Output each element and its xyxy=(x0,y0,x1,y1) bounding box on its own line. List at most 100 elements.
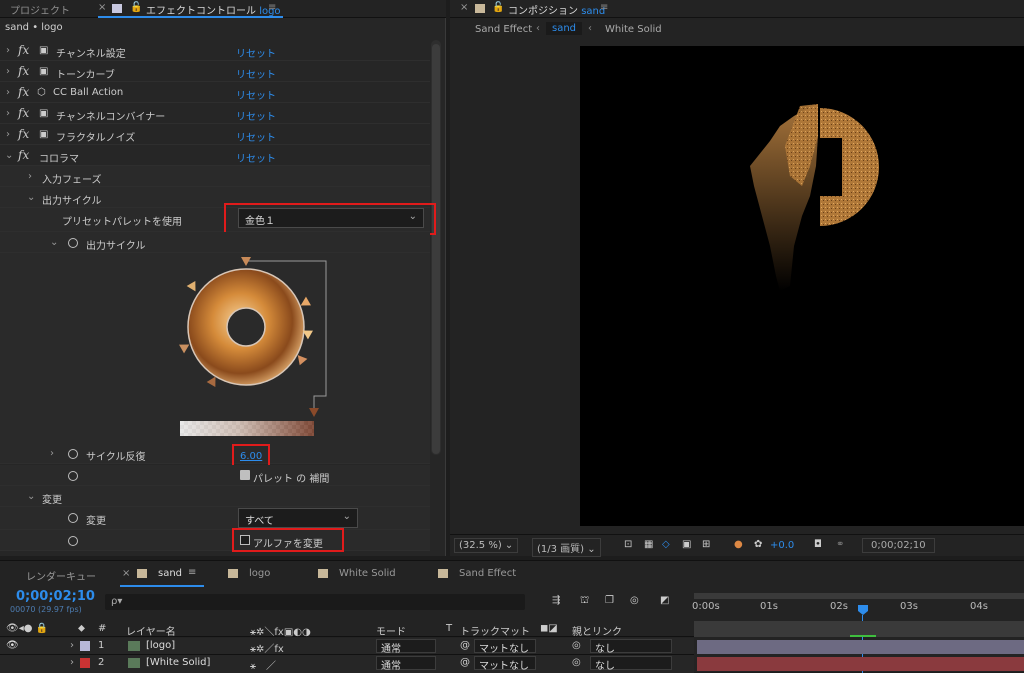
chevron-down-icon[interactable]: ⌄ xyxy=(50,237,58,248)
chevron-right-icon[interactable]: › xyxy=(50,448,54,459)
layer-switches-icon[interactable]: ⚹✲／fx xyxy=(250,640,284,655)
comp-timecode[interactable]: 0;00;02;10 xyxy=(862,538,935,553)
breadcrumb-item-active[interactable]: sand xyxy=(546,22,583,35)
zoom-select[interactable]: (32.5 %) ⌄ xyxy=(454,538,519,553)
pickwhip-icon[interactable]: ◎ xyxy=(572,640,581,651)
layer-name[interactable]: [White Solid] xyxy=(146,657,210,668)
chevron-right-icon[interactable]: › xyxy=(6,129,10,140)
chevron-right-icon[interactable]: › xyxy=(6,45,10,56)
layer-duration-bar[interactable] xyxy=(697,640,1024,654)
stopwatch-icon[interactable] xyxy=(68,471,78,481)
layer-label-color[interactable] xyxy=(80,658,90,668)
layer-duration-bar[interactable] xyxy=(697,657,1024,671)
lock-icon[interactable]: 🔓 xyxy=(492,2,504,13)
fx-icon[interactable]: fx xyxy=(18,43,29,57)
output-cycle-editor[interactable] xyxy=(0,253,430,443)
reset-link[interactable]: リセット xyxy=(236,129,276,144)
reset-link[interactable]: リセット xyxy=(236,150,276,165)
transparency-grid-icon[interactable]: ▦ xyxy=(644,539,653,550)
fx-icon[interactable]: fx xyxy=(18,64,29,78)
spiral-icon[interactable]: @ xyxy=(460,640,470,651)
lock-icon[interactable]: 🔓 xyxy=(130,2,142,13)
reset-link[interactable]: リセット xyxy=(236,45,276,60)
chevron-down-icon[interactable]: ⌄ xyxy=(27,192,35,203)
property-group-modify[interactable]: ⌄ 変更 xyxy=(0,486,430,507)
layer-label-color[interactable] xyxy=(80,641,90,651)
reset-link[interactable]: リセット xyxy=(236,87,276,102)
breadcrumb-item[interactable]: White Solid xyxy=(605,24,662,35)
chevron-right-icon[interactable]: › xyxy=(6,108,10,119)
breadcrumb-item[interactable]: Sand Effect xyxy=(475,24,532,35)
grid-icon[interactable]: ⊞ xyxy=(702,539,710,550)
panel-menu-icon[interactable]: ≡ xyxy=(600,2,608,13)
panel-menu-icon[interactable]: ≡ xyxy=(188,567,196,578)
parent-select[interactable]: なし xyxy=(590,639,672,655)
stopwatch-icon[interactable] xyxy=(68,449,78,459)
playhead-handle[interactable] xyxy=(858,605,868,615)
safe-zones-icon[interactable]: ▣ xyxy=(682,539,691,550)
link-icon[interactable]: ⚭ xyxy=(836,539,844,550)
parent-select[interactable]: なし xyxy=(590,656,672,672)
layer-name[interactable]: [logo] xyxy=(146,640,175,651)
mode-select[interactable]: 通常 xyxy=(376,639,436,655)
exposure-value[interactable]: +0.0 xyxy=(770,540,794,551)
reset-link[interactable]: リセット xyxy=(236,66,276,81)
composition-viewer[interactable] xyxy=(580,46,1024,526)
layer-row[interactable]: › 2 [White Solid] ⚹ ／ 通常 @ マットなし ◎ なし xyxy=(0,655,694,673)
effect-row[interactable]: ⌄ fx コロラマ リセット xyxy=(0,145,430,166)
color-wheel-graphic[interactable] xyxy=(0,253,430,443)
color-channel-icon[interactable]: ● xyxy=(734,539,743,550)
col-layer-name[interactable]: レイヤー名 xyxy=(126,623,176,638)
effect-row[interactable]: › fx ▣ フラクタルノイズ リセット xyxy=(0,124,430,145)
fx-icon[interactable]: fx xyxy=(18,106,29,120)
layer-row[interactable]: 👁 › 1 [logo] ⚹✲／fx 通常 @ マットなし ◎ なし xyxy=(0,638,694,655)
chevron-right-icon[interactable]: › xyxy=(28,171,32,182)
close-icon[interactable]: × xyxy=(122,568,130,579)
exposure-icon[interactable]: ✿ xyxy=(754,539,762,550)
tab-effect-controls[interactable]: エフェクトコントロール logo xyxy=(146,2,281,17)
track-matte-select[interactable]: マットなし xyxy=(474,639,536,655)
tab-white-solid[interactable]: White Solid xyxy=(339,568,396,579)
panel-menu-icon[interactable]: ≡ xyxy=(268,2,276,13)
chevron-down-icon[interactable]: ⌄ xyxy=(27,491,35,502)
tab-render-queue[interactable]: レンダーキュー xyxy=(26,568,96,583)
close-icon[interactable]: × xyxy=(460,2,468,13)
frame-blending-icon[interactable]: ❐ xyxy=(605,595,614,606)
chevron-right-icon[interactable]: › xyxy=(70,640,74,651)
effect-row[interactable]: › fx ▣ チャンネルコンバイナー リセット xyxy=(0,103,430,124)
chevron-right-icon[interactable]: › xyxy=(70,657,74,668)
graph-editor-icon[interactable]: ◩ xyxy=(660,595,669,606)
modify-select[interactable]: すべて ⌄ xyxy=(238,508,358,528)
work-area-bar[interactable] xyxy=(694,593,1024,599)
fx-icon[interactable]: fx xyxy=(18,127,29,141)
chevron-right-icon[interactable]: › xyxy=(6,87,10,98)
tab-sand[interactable]: sand xyxy=(158,568,182,579)
pickwhip-icon[interactable]: ◎ xyxy=(572,657,581,668)
eye-icon[interactable]: 👁 xyxy=(6,640,19,651)
interpolate-palette-checkbox[interactable] xyxy=(240,470,250,480)
effect-row[interactable]: › fx ▣ トーンカーブ リセット xyxy=(0,61,430,82)
effect-row[interactable]: › fx ⬡ CC Ball Action リセット xyxy=(0,82,430,103)
scrollbar-thumb[interactable] xyxy=(432,44,440,454)
camera-icon[interactable]: ◘ xyxy=(814,539,822,550)
reset-link[interactable]: リセット xyxy=(236,108,276,123)
layer-search-input[interactable]: ρ▾ xyxy=(105,594,525,610)
chevron-down-icon[interactable]: ⌄ xyxy=(5,150,13,161)
mask-path-icon[interactable]: ◇ xyxy=(662,539,670,550)
snapshot-region-icon[interactable]: ⊡ xyxy=(624,539,632,550)
timeline-timecode[interactable]: 0;00;02;10 xyxy=(16,589,95,604)
chevron-right-icon[interactable]: › xyxy=(6,66,10,77)
tab-composition[interactable]: コンポジション sand xyxy=(508,2,605,17)
comp-mini-flowchart-icon[interactable]: ⇶ xyxy=(552,595,560,606)
stopwatch-icon[interactable] xyxy=(68,238,78,248)
tab-project[interactable]: プロジェクト xyxy=(10,2,70,17)
stopwatch-icon[interactable] xyxy=(68,513,78,523)
close-icon[interactable]: × xyxy=(98,2,106,13)
draft-3d-icon[interactable]: ⛫ xyxy=(580,595,589,608)
layer-switches-icon[interactable]: ⚹ ／ xyxy=(250,657,276,672)
track-matte-select[interactable]: マットなし xyxy=(474,656,536,672)
tab-sand-effect[interactable]: Sand Effect xyxy=(459,568,516,579)
mode-select[interactable]: 通常 xyxy=(376,656,436,672)
fx-icon[interactable]: fx xyxy=(18,85,29,99)
effect-row[interactable]: › fx ▣ チャンネル設定 リセット xyxy=(0,40,430,61)
